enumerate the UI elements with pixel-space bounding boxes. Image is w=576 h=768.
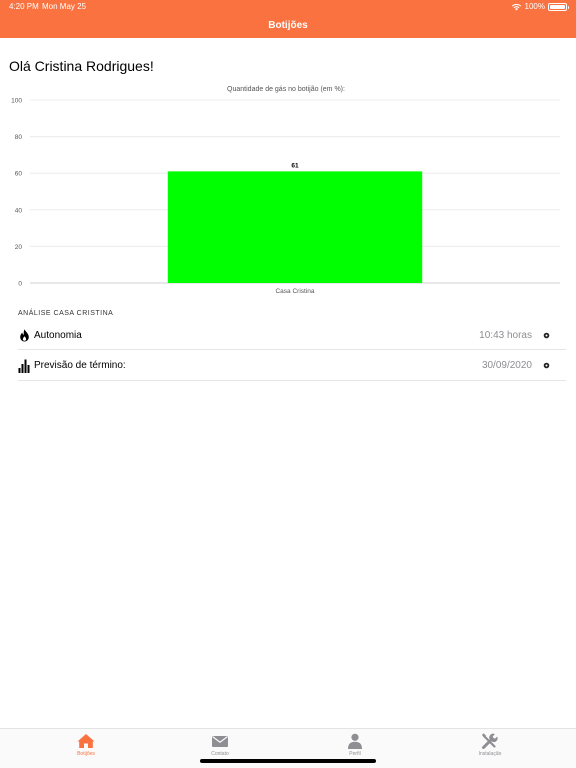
chart-y-tick-label: 100 [11,98,22,105]
tab-botijoes[interactable]: Botijões [56,733,116,757]
chart-x-tick-label: Casa Cristina [275,288,314,295]
gas-level-chart: Quantidade de gás no botijão (em %): 0 20… [11,86,560,295]
tab-label-contato: Contato [211,751,229,757]
status-time: 4:20 PM [9,2,39,11]
chart-y-ticks: 0 20 40 60 80 100 [11,98,22,288]
tab-label-instalacao: Instalação [478,751,502,757]
header-bar: 4:20 PM Mon May 25 100% Botijões [0,0,576,38]
wifi-icon [511,3,521,11]
chart-data-label: 61 [291,162,299,169]
mail-icon [212,736,228,747]
chart-y-tick-label: 20 [15,244,23,251]
chart-y-tick-label: 60 [15,171,23,178]
home-indicator [200,759,376,763]
battery-icon [548,2,569,11]
greeting-text: Olá Cristina Rodrigues! [9,58,154,74]
page-title: Botijões [268,20,308,31]
chart-y-tick-label: 40 [15,207,23,214]
autonomy-value: 10:43 horas [479,330,532,341]
autonomy-info-icon[interactable] [542,332,550,340]
tab-contato[interactable]: Contato [190,733,250,757]
status-right: 100% [511,2,569,11]
tab-perfil[interactable]: Perfil [325,733,385,757]
status-date: Mon May 25 [42,2,87,11]
chart-x-labels: Casa Cristina [275,288,314,295]
bar-chart-icon [18,359,31,373]
tab-label-perfil: Perfil [349,751,361,757]
person-icon [348,733,362,749]
flame-icon [18,329,31,343]
end-forecast-label: Previsão de término: [34,360,126,371]
chart-y-tick-label: 0 [18,281,22,288]
home-icon [77,734,95,748]
end-forecast-row[interactable]: Previsão de término: 30/09/2020 [18,351,566,381]
chart-bar [167,171,423,283]
analysis-section-label: ANÁLISE CASA CRISTINA [18,310,114,317]
tab-instalacao[interactable]: Instalação [460,733,520,757]
chart-bars: 61 [167,162,423,283]
chart-title: Quantidade de gás no botijão (em %): [227,86,345,93]
tools-icon [481,733,498,749]
end-forecast-value: 30/09/2020 [481,360,532,371]
battery-percent: 100% [524,2,545,11]
end-forecast-info-icon[interactable] [542,362,550,370]
chart-y-tick-label: 80 [15,134,23,141]
autonomy-label: Autonomia [34,330,82,341]
autonomy-row[interactable]: Autonomia 10:43 horas [18,322,566,350]
tab-label-botijoes: Botijões [77,751,95,757]
